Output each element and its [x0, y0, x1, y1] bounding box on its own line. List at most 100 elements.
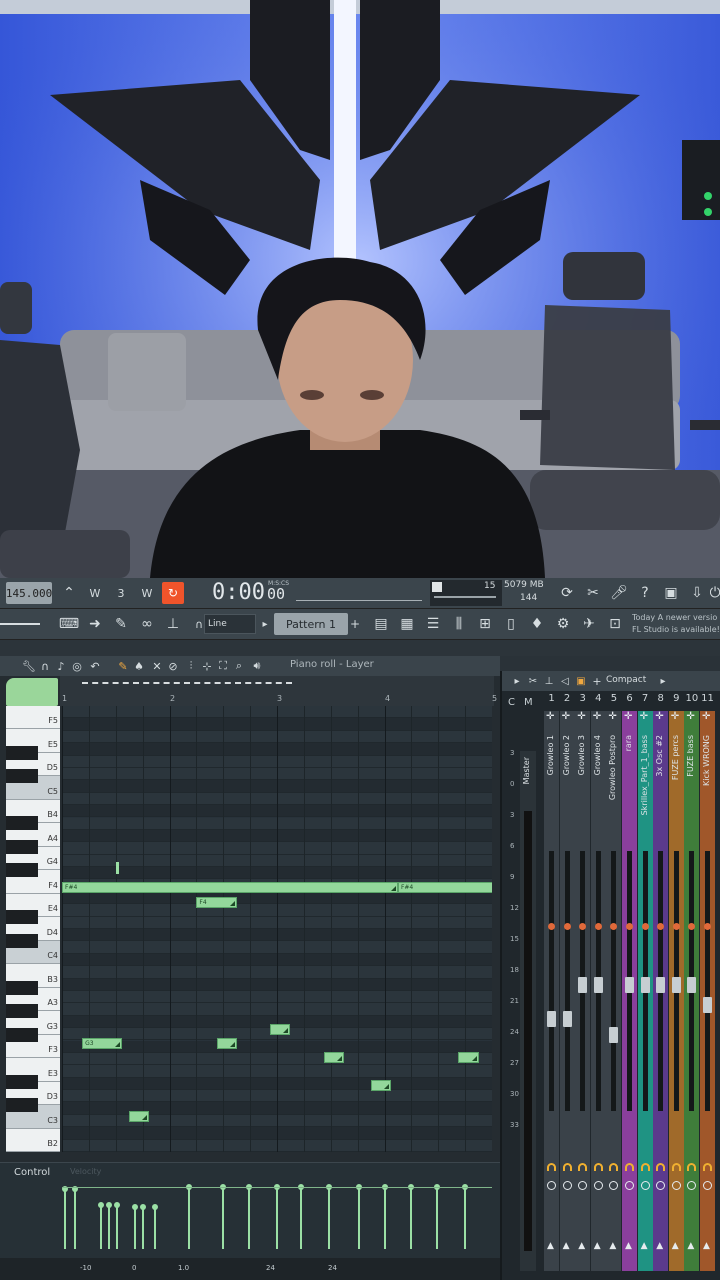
mixer-fx-icon[interactable] — [609, 1163, 619, 1171]
link-icon[interactable]: ∞ — [136, 613, 158, 635]
mixer-route-arrow-icon[interactable]: ▲ — [672, 1241, 679, 1251]
snap-select[interactable]: Line — [204, 614, 256, 634]
mixer-strip[interactable]: ✛ Growleo 3 ▲ — [575, 711, 591, 1271]
velocity-bar[interactable] — [114, 1202, 120, 1249]
note-grid[interactable]: F#4 F#4 F4 G3 — [62, 706, 492, 1152]
mixer-fader[interactable] — [703, 997, 712, 1013]
tempo-display[interactable]: 145.000 — [6, 582, 52, 604]
metronome-icon[interactable]: ⌃ — [58, 582, 80, 604]
undo-icon[interactable]: ↶ — [84, 655, 106, 677]
save-icon[interactable]: ▣ — [660, 582, 682, 604]
velocity-bar[interactable] — [220, 1184, 226, 1249]
power-icon[interactable]: ⏻ — [710, 582, 720, 604]
mixer-record-icon[interactable] — [563, 923, 571, 930]
mixer-route-icon[interactable]: ✛ — [702, 711, 710, 722]
piano-black-key[interactable] — [6, 1027, 38, 1042]
velocity-bar[interactable] — [434, 1184, 440, 1249]
mixer-fx-icon[interactable] — [547, 1163, 556, 1171]
mixer-strip[interactable]: ✛ Growleo Postpro ▲ — [606, 711, 622, 1271]
mixer-record-icon[interactable] — [672, 923, 680, 930]
microphone-icon[interactable]: 🎤︎ — [608, 582, 630, 604]
mixer-pan-knob[interactable] — [687, 1181, 697, 1190]
mixer-fx-icon[interactable] — [687, 1163, 697, 1171]
mixer-route-icon[interactable]: ✛ — [671, 711, 679, 722]
stamp-icon[interactable]: ⊥ — [162, 613, 184, 635]
mixer-pan-knob[interactable] — [703, 1181, 712, 1190]
piano-black-key[interactable] — [6, 769, 38, 784]
piano-white-key[interactable]: B2 — [6, 1128, 60, 1152]
timeline-ruler[interactable]: 1 2 3 4 5 — [60, 676, 497, 706]
file-icon[interactable]: ▯ — [500, 613, 522, 635]
mixer-route-icon[interactable]: ✛ — [562, 711, 570, 722]
midi-note[interactable]: G3 — [82, 1038, 123, 1050]
mixer-strip[interactable]: ✛ Growleo 1 ▲ — [544, 711, 559, 1271]
midi-note[interactable] — [458, 1051, 479, 1063]
mixer-next-icon[interactable]: ▸ — [652, 671, 674, 692]
piano-black-key[interactable] — [6, 1098, 38, 1113]
velocity-bar[interactable] — [72, 1186, 78, 1249]
mixer-pan-knob[interactable] — [640, 1181, 650, 1190]
piano-black-key[interactable] — [6, 839, 38, 854]
velocity-bar[interactable] — [98, 1202, 104, 1249]
mixer-fx-icon[interactable] — [593, 1163, 603, 1171]
mixer-fader[interactable] — [625, 977, 634, 993]
midi-note[interactable] — [270, 1024, 291, 1036]
mixer-fader[interactable] — [562, 1011, 572, 1027]
velocity-bar[interactable] — [408, 1184, 414, 1249]
mixer-strip[interactable]: ✛ FUZE percs ▲ — [668, 711, 684, 1271]
velocity-bar[interactable] — [274, 1184, 280, 1249]
mixer-pan-knob[interactable] — [578, 1181, 588, 1190]
velocity-bar[interactable] — [246, 1184, 252, 1249]
playback-icon[interactable]: 🔊︎ — [246, 655, 268, 677]
mixer-route-icon[interactable]: ✛ — [624, 711, 632, 722]
midi-note[interactable]: F#4 — [62, 881, 398, 893]
piano-black-key[interactable] — [6, 745, 38, 760]
velocity-bar[interactable] — [382, 1184, 388, 1249]
loop-record-icon[interactable]: ↻ — [162, 582, 184, 604]
mixer-fader[interactable] — [687, 977, 697, 993]
mixer-route-icon[interactable]: ✛ — [640, 711, 648, 722]
browser-icon[interactable]: ⊞ — [474, 613, 496, 635]
mixer-fader[interactable] — [640, 977, 650, 993]
velocity-bar[interactable] — [356, 1184, 362, 1249]
piano-roll-icon[interactable]: ▦ — [396, 613, 418, 635]
mixer-fx-icon[interactable] — [640, 1163, 650, 1171]
playlist-icon[interactable]: ▤ — [370, 613, 392, 635]
pattern-prev-icon[interactable]: ▸ — [258, 613, 272, 635]
mixer-pan-knob[interactable] — [562, 1181, 572, 1190]
mixer-record-icon[interactable] — [594, 923, 602, 930]
piano-black-key[interactable] — [6, 816, 38, 831]
mixer-fx-icon[interactable] — [562, 1163, 572, 1171]
piano-black-key[interactable] — [6, 910, 38, 925]
refresh-icon[interactable]: ⟳ — [556, 582, 578, 604]
mixer-route-arrow-icon[interactable]: ▲ — [578, 1241, 585, 1251]
mixer-fader[interactable] — [656, 977, 666, 993]
sample-icon[interactable]: ✈ — [578, 613, 600, 635]
cut-icon[interactable]: ✂ — [582, 582, 604, 604]
control-label[interactable]: Control — [14, 1167, 50, 1178]
velocity-bar[interactable] — [62, 1186, 68, 1249]
piano-black-key[interactable] — [6, 980, 38, 995]
mixer-fx-icon[interactable] — [656, 1163, 666, 1171]
midi-note[interactable] — [129, 1111, 150, 1123]
step-edit-icon[interactable]: W — [136, 582, 158, 604]
piano-white-key[interactable]: F5 — [6, 706, 60, 730]
piano-black-key[interactable] — [6, 933, 38, 948]
mixer-pan-knob[interactable] — [656, 1181, 666, 1190]
mixer-pan-knob[interactable] — [671, 1181, 681, 1190]
mixer-pan-knob[interactable] — [609, 1181, 619, 1190]
mixer-fader[interactable] — [671, 977, 681, 993]
midi-note[interactable] — [216, 1038, 237, 1050]
mixer-icon[interactable]: ⫼ — [448, 613, 470, 635]
mixer-route-arrow-icon[interactable]: ▲ — [594, 1241, 601, 1251]
velocity-bar[interactable] — [326, 1184, 332, 1249]
mixer-strip[interactable]: ✛ Kick WRONG ▲ — [700, 711, 715, 1271]
velocity-bar[interactable] — [298, 1184, 304, 1249]
piano-roll-corner[interactable] — [6, 678, 58, 706]
mixer-fx-icon[interactable] — [578, 1163, 588, 1171]
mixer-fx-icon[interactable] — [671, 1163, 681, 1171]
tools-icon[interactable]: ⚙ — [552, 613, 574, 635]
add-pattern-icon[interactable]: + — [348, 613, 362, 635]
velocity-bar[interactable] — [106, 1202, 112, 1249]
mixer-fader[interactable] — [609, 1027, 619, 1043]
